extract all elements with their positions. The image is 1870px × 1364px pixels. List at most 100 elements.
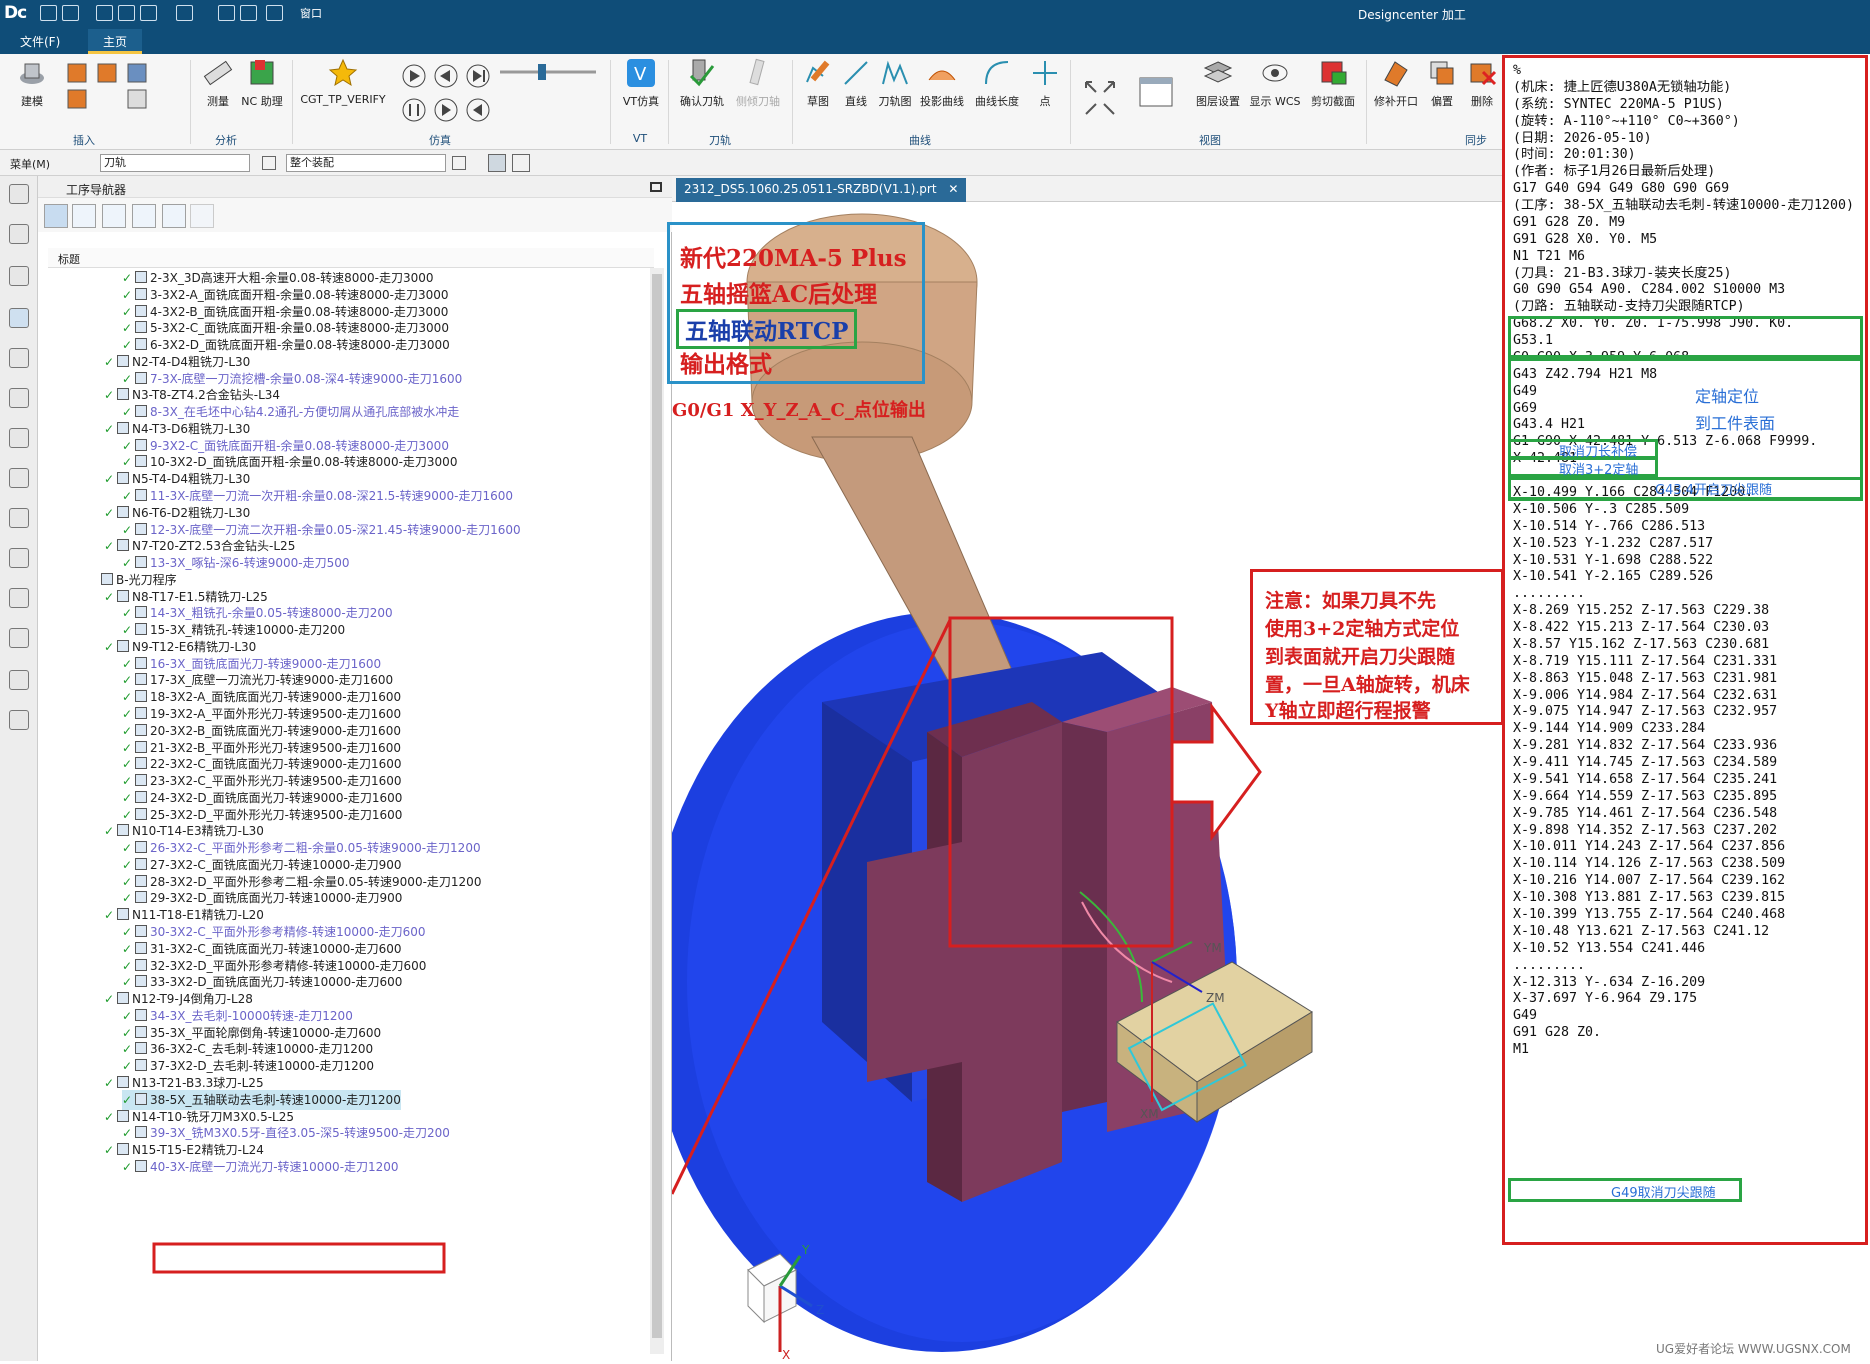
navigator-scroll-thumb[interactable] bbox=[652, 274, 662, 1338]
window-menu[interactable]: 窗口 bbox=[300, 5, 322, 21]
operation-icon bbox=[135, 556, 147, 569]
hd3d-tools-icon[interactable] bbox=[9, 508, 29, 528]
type-filter-select[interactable]: 刀轨 bbox=[100, 154, 250, 172]
nc-line[interactable]: X-37.697 Y-6.964 Z9.175 bbox=[1513, 989, 1697, 1009]
program-group-icon bbox=[117, 639, 129, 652]
simulation-controls[interactable] bbox=[398, 60, 598, 126]
scope-select[interactable]: 整个装配 bbox=[286, 154, 446, 172]
part-navigator-icon[interactable] bbox=[9, 266, 29, 286]
row-label: 12-3X-底壁一刀流二次开粗-余量0.05-深21.45-转速9000-走刀1… bbox=[150, 522, 521, 537]
app-logo[interactable]: Dc bbox=[4, 3, 27, 23]
column-header-title[interactable]: 标题 bbox=[48, 248, 654, 268]
menu-file[interactable]: 文件(F) bbox=[20, 33, 60, 50]
star-icon bbox=[328, 58, 358, 87]
wcs-filter-icon[interactable] bbox=[512, 154, 530, 172]
sketch-button[interactable]: 草图 bbox=[798, 58, 838, 109]
curve-length-button[interactable]: 曲线长度 bbox=[970, 58, 1024, 109]
delete-operation-icon[interactable] bbox=[190, 204, 214, 228]
repeat-command-icon[interactable] bbox=[176, 5, 193, 21]
g0-output-note: G0/G1 X_Y_Z_A_C_点位输出 bbox=[672, 400, 926, 421]
nc-line[interactable]: M1 bbox=[1513, 1040, 1529, 1060]
toolpath-graph-button[interactable]: 刀轨图 bbox=[874, 58, 916, 109]
filter-funnel-icon[interactable] bbox=[262, 156, 276, 170]
clip-section-button[interactable]: 剪切截面 bbox=[1304, 58, 1362, 109]
row-label: N6-T6-D2粗铣刀-L30 bbox=[132, 505, 251, 520]
status-check-icon: ✓ bbox=[104, 992, 115, 1007]
mcs-icon[interactable] bbox=[488, 154, 506, 172]
line-button[interactable]: 直线 bbox=[838, 58, 874, 109]
title-bar: Dc 窗口 Designcenter 加工 bbox=[0, 0, 1870, 27]
navigator-toolbar bbox=[38, 198, 672, 232]
verify-toolpath-button[interactable]: 确认刀轨 bbox=[674, 58, 730, 109]
operation-icon bbox=[135, 321, 147, 334]
assembly-navigator-icon[interactable] bbox=[9, 224, 29, 244]
switch-window-icon[interactable] bbox=[266, 5, 283, 21]
axis-label-ym: YM bbox=[1203, 941, 1222, 955]
operation-icon bbox=[135, 455, 147, 468]
operation-icon bbox=[135, 1126, 147, 1139]
row-label: 36-3X2-C_去毛刺-转速10000-走刀1200 bbox=[150, 1042, 374, 1057]
operation-icon bbox=[135, 656, 147, 669]
manufacturing-wizard-icon[interactable] bbox=[9, 710, 29, 730]
save-icon[interactable] bbox=[40, 5, 57, 21]
document-tab[interactable]: 2312_DS5.1060.25.0511-SRZBD(V1.1).prt ✕ bbox=[676, 178, 967, 202]
layer-settings-button[interactable]: 图层设置 bbox=[1190, 58, 1246, 109]
group-simulation: 仿真 bbox=[429, 134, 451, 147]
resource-bar bbox=[0, 176, 38, 1361]
method-view-icon[interactable] bbox=[132, 204, 156, 228]
nc-assistant-button[interactable]: NC 助理 bbox=[234, 58, 290, 109]
microphone-icon[interactable] bbox=[218, 5, 235, 21]
svg-text:Z: Z bbox=[816, 1303, 824, 1317]
axis-label-zm: ZM bbox=[1206, 991, 1225, 1005]
touch-mode-icon[interactable] bbox=[240, 5, 257, 21]
tilt-tool-axis-button[interactable]: 侧倾刀轴 bbox=[730, 58, 786, 109]
view-orient-icons[interactable] bbox=[1078, 74, 1188, 124]
undo-icon[interactable] bbox=[62, 5, 79, 21]
program-view-icon[interactable] bbox=[44, 204, 68, 228]
show-wcs-button[interactable]: 显示 WCS bbox=[1246, 58, 1304, 109]
offset-button[interactable]: 偏置 bbox=[1422, 58, 1462, 109]
project-curve-button[interactable]: 投影曲线 bbox=[916, 58, 968, 109]
history-clock-icon[interactable] bbox=[9, 588, 29, 608]
menu-dropdown[interactable]: 菜单(M) bbox=[10, 156, 50, 172]
settings-gear-icon[interactable] bbox=[9, 184, 29, 204]
row-label: 24-3X2-D_面铣底面光刀-转速9000-走刀1600 bbox=[150, 790, 403, 805]
snap-icon[interactable] bbox=[452, 156, 466, 170]
operation-icon bbox=[135, 287, 147, 300]
create-operation-icon[interactable] bbox=[162, 204, 186, 228]
copy-icon[interactable] bbox=[118, 5, 135, 21]
constraint-navigator-icon[interactable] bbox=[9, 428, 29, 448]
paste-icon[interactable] bbox=[140, 5, 157, 21]
cut-icon[interactable] bbox=[96, 5, 113, 21]
modeling-button[interactable]: 建模 bbox=[10, 58, 54, 109]
web-browser-icon[interactable] bbox=[9, 548, 29, 568]
system-materials-icon[interactable] bbox=[9, 628, 29, 648]
cgt-tp-verify-button[interactable]: CGT_TP_VERIFY bbox=[298, 58, 388, 106]
operation-icon bbox=[135, 489, 147, 501]
geometry-view-icon[interactable] bbox=[102, 204, 126, 228]
machining-feature-icon[interactable] bbox=[9, 388, 29, 408]
program-group-icon bbox=[117, 354, 129, 367]
vt-icon: V bbox=[627, 59, 655, 87]
delete-button[interactable]: 删除 bbox=[1462, 58, 1502, 109]
machine-tool-navigator-icon[interactable] bbox=[9, 348, 29, 368]
point-button[interactable]: 点 bbox=[1028, 58, 1062, 109]
program-group-icon bbox=[117, 908, 129, 921]
close-icon[interactable]: ✕ bbox=[948, 182, 958, 196]
operation-icon bbox=[135, 338, 147, 351]
patch-opening-button[interactable]: 修补开口 bbox=[1372, 58, 1420, 109]
nc-assistant-icon bbox=[250, 60, 274, 85]
machine-tool-view-icon[interactable] bbox=[72, 204, 96, 228]
tab-home[interactable]: 主页 bbox=[88, 29, 142, 54]
operation-icon bbox=[135, 1025, 147, 1038]
status-check-icon: ✓ bbox=[104, 639, 115, 654]
row-label: 4-3X2-B_面铣底面开粗-余量0.08-转速8000-走刀3000 bbox=[150, 304, 449, 319]
vt-simulation-button[interactable]: V VT仿真 bbox=[616, 58, 666, 109]
maximize-icon[interactable] bbox=[650, 182, 662, 192]
operation-icon bbox=[135, 1042, 147, 1055]
operation-row[interactable]: ✓ 40-3X-底壁一刀流光刀-转速10000-走刀1200 bbox=[122, 1157, 399, 1177]
reuse-library-icon[interactable] bbox=[9, 468, 29, 488]
row-label: N8-T17-E1.5精铣刀-L25 bbox=[132, 589, 268, 604]
process-studio-icon[interactable] bbox=[9, 670, 29, 690]
operation-navigator-icon[interactable] bbox=[9, 308, 29, 328]
